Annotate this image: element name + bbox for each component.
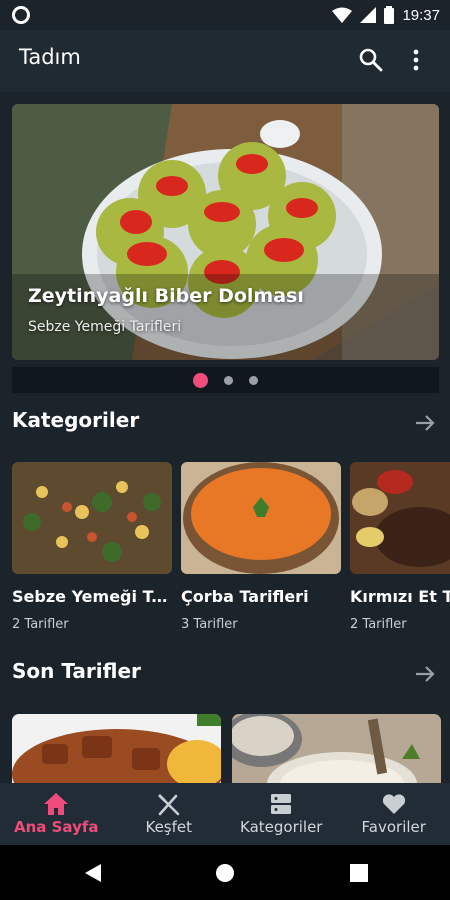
category-image (350, 462, 450, 574)
notification-icon (12, 6, 30, 24)
category-recipe-count: 3 Tarifler (181, 617, 238, 632)
more-options-icon[interactable] (404, 47, 428, 73)
category-card[interactable]: Çorba Tarifleri 3 Tarifler (181, 462, 341, 632)
category-recipe-count: 2 Tarifler (12, 617, 69, 632)
category-card[interactable]: Kırmızı Et Tarifleri 2 Tarifler (350, 462, 450, 632)
clock: 19:37 (402, 6, 440, 24)
recents-icon[interactable] (350, 864, 368, 882)
nav-label: Ana Sayfa (13, 818, 99, 836)
page-dot[interactable] (249, 375, 258, 385)
page-dot[interactable] (224, 375, 233, 385)
fork-knife-icon (157, 794, 180, 816)
nav-explore[interactable]: Keşfet (113, 783, 226, 845)
featured-recipe-title: Zeytinyağlı Biber Dolması (28, 285, 304, 307)
heart-icon (382, 794, 405, 814)
category-title: Çorba Tarifleri (181, 587, 309, 606)
nav-categories[interactable]: Kategoriler (225, 783, 338, 845)
category-image (181, 462, 341, 574)
bottom-navigation: Ana Sayfa Keşfet Kategoriler Favoriler (0, 783, 450, 845)
search-icon[interactable] (358, 47, 384, 73)
nav-favorites[interactable]: Favoriler (338, 783, 450, 845)
recent-recipe-card[interactable] (12, 714, 221, 784)
nav-home[interactable]: Ana Sayfa (0, 783, 113, 845)
recent-recipes-see-all-arrow-icon[interactable] (414, 663, 436, 685)
nav-label: Kategoriler (240, 818, 323, 836)
category-image (12, 462, 172, 574)
signal-icon (360, 7, 377, 23)
recent-recipe-card[interactable] (232, 714, 441, 784)
category-title: Sebze Yemeği Tarifleri (12, 587, 172, 606)
status-bar: 19:37 (0, 0, 450, 30)
home-icon (44, 793, 69, 815)
category-card[interactable]: Sebze Yemeği Tarifleri 2 Tarifler (12, 462, 172, 632)
home-button-icon[interactable] (215, 863, 235, 883)
app-title: Tadım (19, 45, 81, 69)
battery-icon (384, 6, 395, 24)
system-navigation-bar (0, 845, 450, 900)
nav-label: Favoriler (361, 818, 426, 836)
app-bar: Tadım (0, 30, 450, 92)
featured-recipe-category: Sebze Yemeği Tarifleri (28, 319, 182, 335)
wifi-icon (332, 7, 353, 23)
category-recipe-count: 2 Tarifler (350, 617, 407, 632)
featured-recipe-slider[interactable]: Zeytinyağlı Biber Dolması Sebze Yemeği T… (12, 104, 439, 360)
category-title: Kırmızı Et Tarifleri (350, 587, 450, 606)
category-list-icon (271, 794, 292, 814)
nav-label: Keşfet (145, 818, 193, 836)
slider-page-indicator (12, 367, 439, 393)
back-icon[interactable] (84, 863, 102, 883)
page-dot-active[interactable] (193, 372, 208, 388)
categories-see-all-arrow-icon[interactable] (414, 412, 436, 434)
recent-recipes-heading: Son Tarifler (12, 659, 141, 683)
categories-heading: Kategoriler (12, 408, 140, 432)
